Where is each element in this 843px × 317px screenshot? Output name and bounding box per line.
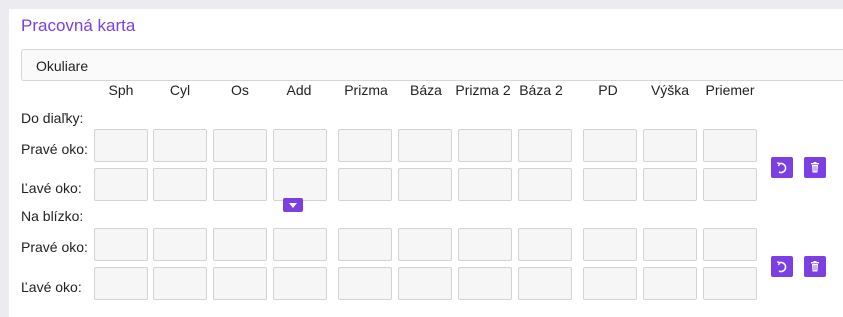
near-right-priemer-input[interactable] xyxy=(703,228,757,261)
distance-right-cyl-input[interactable] xyxy=(153,129,207,162)
header-add: Add xyxy=(286,82,312,98)
distance-left-os-input[interactable] xyxy=(213,168,267,201)
distance-right-prizma-input[interactable] xyxy=(338,129,392,162)
header-baza-2: Báza 2 xyxy=(519,82,563,98)
distance-right-add-input[interactable] xyxy=(273,129,327,162)
card-title: Pracovná karta xyxy=(21,16,136,35)
near-right-prizma-2-input[interactable] xyxy=(458,228,512,261)
distance-right-prizma-2-input[interactable] xyxy=(458,129,512,162)
near-right-cyl-input[interactable] xyxy=(153,228,207,261)
near-right-sph-input[interactable] xyxy=(94,228,148,261)
near-left-prizma-2-input[interactable] xyxy=(458,267,512,300)
select-value: Okuliare xyxy=(36,58,89,74)
distance-left-sph-input[interactable] xyxy=(94,168,148,201)
header-prizma-2: Prizma 2 xyxy=(455,82,511,98)
rotate-icon xyxy=(776,161,787,173)
distance-left-baza-input[interactable] xyxy=(398,168,452,201)
near-right-eye-label: Pravé oko: xyxy=(21,239,88,255)
near-left-eye-label: Ľavé oko: xyxy=(21,279,82,295)
distance-right-sph-input[interactable] xyxy=(94,129,148,162)
near-right-os-input[interactable] xyxy=(213,228,267,261)
near-left-vyska-input[interactable] xyxy=(643,267,697,300)
distance-right-os-input[interactable] xyxy=(213,129,267,162)
distance-right-priemer-input[interactable] xyxy=(703,129,757,162)
near-delete-button[interactable] xyxy=(804,256,826,277)
near-left-sph-input[interactable] xyxy=(94,267,148,300)
near-left-pd-input[interactable] xyxy=(583,267,637,300)
distance-left-baza-2-input[interactable] xyxy=(518,168,572,201)
header-cyl: Cyl xyxy=(169,82,191,98)
distance-right-baza-2-input[interactable] xyxy=(518,129,572,162)
near-left-baza-input[interactable] xyxy=(398,267,452,300)
distance-left-prizma-input[interactable] xyxy=(338,168,392,201)
near-left-baza-2-input[interactable] xyxy=(518,267,572,300)
near-left-os-input[interactable] xyxy=(213,267,267,300)
near-left-priemer-input[interactable] xyxy=(703,267,757,300)
near-left-add-input[interactable] xyxy=(273,267,327,300)
header-priemer: Priemer xyxy=(705,82,755,98)
distance-left-prizma-2-input[interactable] xyxy=(458,168,512,201)
distance-left-priemer-input[interactable] xyxy=(703,168,757,201)
distance-right-baza-input[interactable] xyxy=(398,129,452,162)
trash-icon xyxy=(811,162,819,173)
near-right-prizma-input[interactable] xyxy=(338,228,392,261)
distance-right-pd-input[interactable] xyxy=(583,129,637,162)
distance-left-add-input[interactable] xyxy=(273,168,327,201)
trash-icon xyxy=(811,261,819,272)
distance-left-pd-input[interactable] xyxy=(583,168,637,201)
distance-reset-button[interactable] xyxy=(771,157,793,178)
distance-left-cyl-input[interactable] xyxy=(153,168,207,201)
section-near-label: Na blízko: xyxy=(21,208,84,224)
header-prizma: Prizma xyxy=(344,82,388,98)
rotate-icon xyxy=(776,260,787,272)
near-left-prizma-input[interactable] xyxy=(338,267,392,300)
near-right-vyska-input[interactable] xyxy=(643,228,697,261)
distance-left-vyska-input[interactable] xyxy=(643,168,697,201)
near-left-cyl-input[interactable] xyxy=(153,267,207,300)
header-sph: Sph xyxy=(108,82,134,98)
header-pd: PD xyxy=(598,82,618,98)
header-vyska: Výška xyxy=(650,82,690,98)
header-os: Os xyxy=(231,82,249,98)
distance-right-vyska-input[interactable] xyxy=(643,129,697,162)
section-distance-label: Do diaľky: xyxy=(21,110,84,126)
near-right-pd-input[interactable] xyxy=(583,228,637,261)
add-dropdown-button[interactable] xyxy=(283,198,303,212)
header-baza: Báza xyxy=(410,82,442,98)
near-right-add-input[interactable] xyxy=(273,228,327,261)
distance-right-eye-label: Pravé oko: xyxy=(21,141,88,157)
near-right-baza-2-input[interactable] xyxy=(518,228,572,261)
near-reset-button[interactable] xyxy=(771,256,793,277)
distance-left-eye-label: Ľavé oko: xyxy=(21,180,82,196)
glasses-type-select[interactable]: Okuliare xyxy=(21,49,843,81)
distance-delete-button[interactable] xyxy=(804,157,826,178)
near-right-baza-input[interactable] xyxy=(398,228,452,261)
